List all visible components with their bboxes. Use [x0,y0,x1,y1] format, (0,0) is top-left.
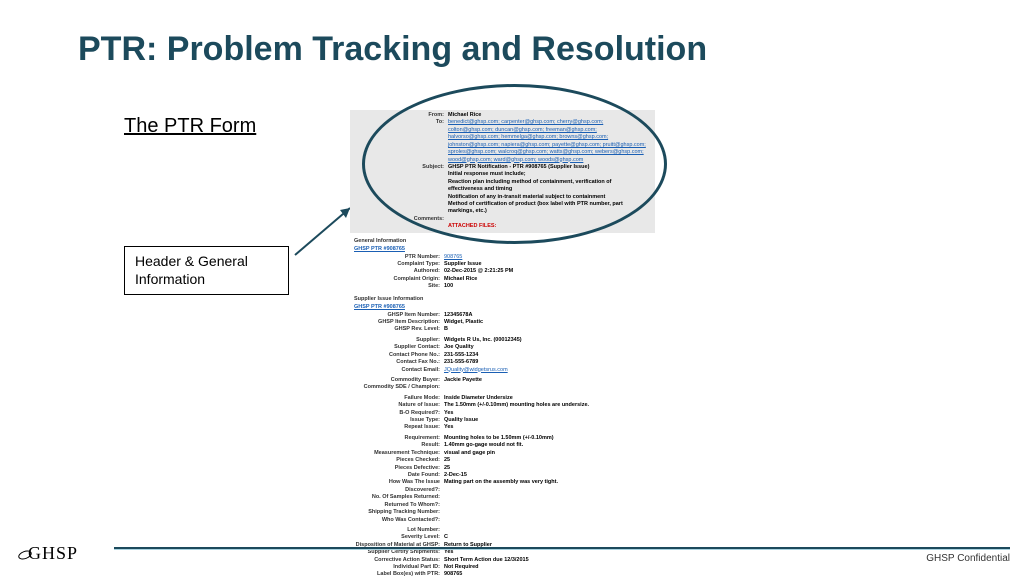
footer-line [114,547,1010,550]
subtitle: The PTR Form [124,115,256,138]
slide-title: PTR: Problem Tracking and Resolution [78,30,707,69]
ptr-form-screenshot: From:Michael Rice To:benedict@ghsp.com; … [350,110,655,576]
ghsp-logo: GHSP [18,543,78,564]
annotation-box: Header & General Information [124,246,289,295]
footer: GHSP GHSP Confidential [14,536,1010,564]
confidential-label: GHSP Confidential [926,553,1010,564]
